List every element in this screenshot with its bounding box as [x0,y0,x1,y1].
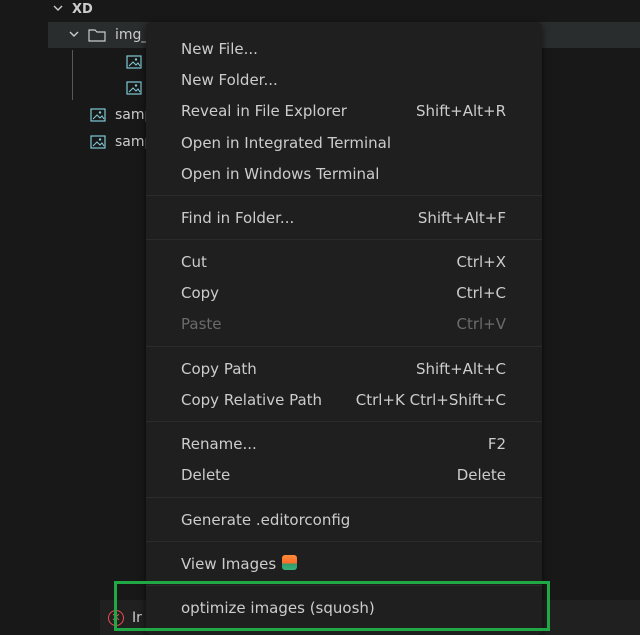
chevron-down-icon [52,2,66,17]
folder-name: img_ [115,27,149,43]
menu-item-new-file[interactable]: New File... [146,35,542,63]
menu-item-rename[interactable]: Rename... F2 [146,430,542,458]
menu-separator [146,541,542,542]
menu-separator [146,346,542,347]
explorer-section-header[interactable]: XD [52,0,93,18]
menu-item-label: Delete [181,466,231,484]
folder-icon [88,28,106,42]
menu-item-open-windows-terminal[interactable]: Open in Windows Terminal [146,160,542,188]
menu-item-shortcut: Shift+Alt+F [417,209,506,227]
context-menu: New File... New Folder... Reveal in File… [146,22,542,635]
menu-item-copy-path[interactable]: Copy Path Shift+Alt+C [146,355,542,383]
menu-item-reveal-in-file-explorer[interactable]: Reveal in File Explorer Shift+Alt+R [146,97,542,125]
menu-item-shortcut: Ctrl+C [456,284,506,302]
menu-item-label: Copy [181,284,220,302]
menu-item-find-in-folder[interactable]: Find in Folder... Shift+Alt+F [146,204,542,232]
menu-item-open-integrated-terminal[interactable]: Open in Integrated Terminal [146,129,542,157]
highlight-box [114,581,550,631]
menu-item-label: Find in Folder... [181,209,295,227]
menu-item-label: Open in Windows Terminal [181,165,380,183]
section-title: XD [72,1,93,17]
menu-item-label: New File... [181,40,258,58]
menu-item-label: Copy Path [181,360,257,378]
menu-item-paste: Paste Ctrl+V [146,310,542,338]
menu-item-shortcut: Ctrl+V [456,315,506,333]
tree-file-image[interactable]: samp [90,103,153,127]
menu-item-cut[interactable]: Cut Ctrl+X [146,248,542,276]
indent-guide [72,50,73,100]
menu-separator [146,421,542,422]
image-file-icon [90,108,106,122]
menu-separator [146,195,542,196]
menu-item-label: New Folder... [181,71,278,89]
menu-item-label: Copy Relative Path [181,391,323,409]
menu-item-shortcut: Delete [456,466,506,484]
image-emoji-icon [282,555,298,570]
tree-file-image[interactable]: samp [90,130,153,154]
image-file-icon [126,81,142,95]
menu-item-delete[interactable]: Delete Delete [146,461,542,489]
menu-item-label: Rename... [181,435,257,453]
menu-item-shortcut: Ctrl+X [456,253,506,271]
menu-item-copy-relative-path[interactable]: Copy Relative Path Ctrl+K Ctrl+Shift+C [146,386,542,414]
tree-file-image[interactable] [126,50,142,74]
menu-item-label-text: View Images [181,555,277,573]
menu-item-label: Generate .editorconfig [181,511,351,529]
menu-item-view-images[interactable]: View Images [146,550,542,578]
chevron-down-icon [68,28,80,43]
menu-item-copy[interactable]: Copy Ctrl+C [146,279,542,307]
menu-item-shortcut: Shift+Alt+C [415,360,506,378]
menu-separator [146,239,542,240]
menu-item-shortcut: Shift+Alt+R [416,102,506,120]
menu-item-new-folder[interactable]: New Folder... [146,66,542,94]
tree-file-image[interactable] [126,76,142,100]
menu-item-label: View Images [181,555,298,573]
menu-item-label: Open in Integrated Terminal [181,134,391,152]
menu-item-shortcut: Ctrl+K Ctrl+Shift+C [355,391,506,409]
menu-item-label: Cut [181,253,207,271]
image-file-icon [126,55,142,69]
menu-separator [146,497,542,498]
menu-item-generate-editorconfig[interactable]: Generate .editorconfig [146,506,542,534]
tree-folder[interactable]: img_ [68,23,148,47]
image-file-icon [90,135,106,149]
menu-item-shortcut: F2 [487,435,506,453]
menu-item-label: Paste [181,315,222,333]
menu-item-label: Reveal in File Explorer [181,102,347,120]
